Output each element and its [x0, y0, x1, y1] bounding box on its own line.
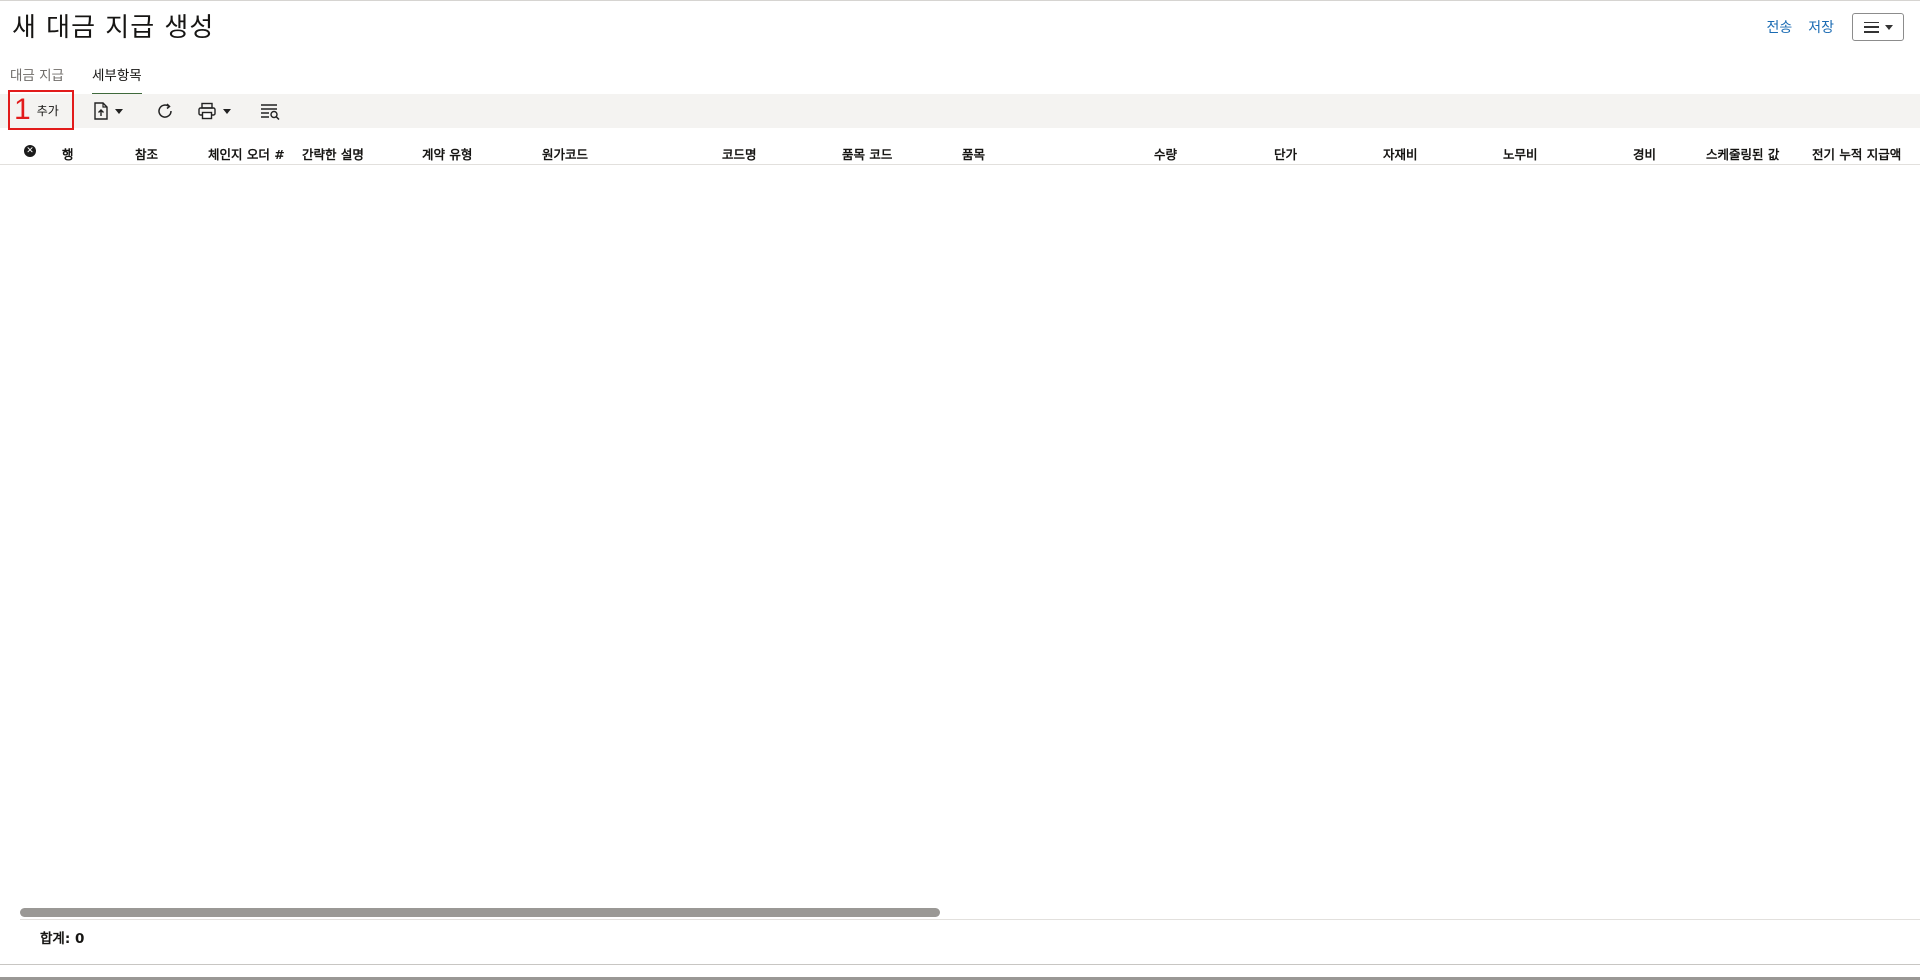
column-header-unit-price[interactable]: 단가: [1274, 144, 1297, 163]
send-button[interactable]: 전송: [1764, 15, 1794, 39]
column-header-contract-type[interactable]: 계약 유형: [422, 144, 472, 163]
chevron-down-icon: [223, 108, 231, 114]
footer-divider: [20, 919, 1920, 920]
add-button-label: 추가: [36, 103, 59, 118]
export-menu-button[interactable]: [93, 100, 123, 122]
step-number: 1: [14, 93, 31, 126]
actions-menu-button[interactable]: [1852, 13, 1904, 41]
tab-line-items[interactable]: 세부항목: [91, 63, 142, 95]
filter-search-icon: [261, 104, 280, 120]
print-icon: [198, 102, 216, 120]
column-header-code-name[interactable]: 코드명: [722, 144, 757, 163]
column-header-previous-cumulative-paid[interactable]: 전기 누적 지급액: [1812, 144, 1901, 163]
toolbar: 1 추가: [0, 90, 1920, 130]
column-header-labor-cost[interactable]: 노무비: [1503, 144, 1538, 163]
column-header-reference[interactable]: 참조: [135, 144, 158, 163]
scrollbar-thumb[interactable]: [20, 908, 940, 917]
column-header-line[interactable]: 행: [62, 144, 74, 163]
column-header-expense[interactable]: 경비: [1633, 144, 1656, 163]
horizontal-scrollbar[interactable]: [20, 908, 1920, 917]
column-header-quantity[interactable]: 수량: [1154, 144, 1177, 163]
column-header-change-order[interactable]: 체인지 오더 #: [208, 144, 285, 163]
total-count: 합계: 0: [40, 931, 85, 947]
query-by-example-button[interactable]: [260, 100, 280, 122]
add-button[interactable]: 1 추가: [8, 90, 74, 130]
column-header-item-code[interactable]: 품목 코드: [842, 144, 892, 163]
column-header-item[interactable]: 품목: [962, 144, 985, 163]
print-menu-button[interactable]: [197, 100, 231, 122]
column-header-cost-code[interactable]: 원가코드: [542, 144, 588, 163]
grid-header: ✕ 행 참조 체인지 오더 # 간략한 설명 계약 유형 원가코드 코드명 품목…: [0, 142, 1920, 165]
header-actions: 전송 저장: [1764, 13, 1904, 41]
column-header-material-cost[interactable]: 자재비: [1383, 144, 1418, 163]
export-file-icon: [94, 102, 108, 120]
page-title: 새 대금 지급 생성: [12, 13, 215, 43]
bottom-divider: [0, 964, 1920, 965]
column-header-short-description[interactable]: 간략한 설명: [302, 144, 364, 163]
hamburger-icon: [1863, 21, 1879, 33]
chevron-down-icon: [115, 108, 123, 114]
chevron-down-icon: [1884, 24, 1893, 30]
clear-selection-icon[interactable]: ✕: [24, 145, 36, 157]
refresh-button[interactable]: [156, 100, 174, 122]
page: 새 대금 지급 생성 전송 저장 대금 지급 세부항목 1 추가 ✕ 행 참조 …: [0, 0, 1920, 980]
save-button[interactable]: 저장: [1806, 15, 1836, 39]
column-header-scheduled-value[interactable]: 스케줄링된 값: [1706, 144, 1779, 163]
refresh-icon: [158, 103, 172, 118]
